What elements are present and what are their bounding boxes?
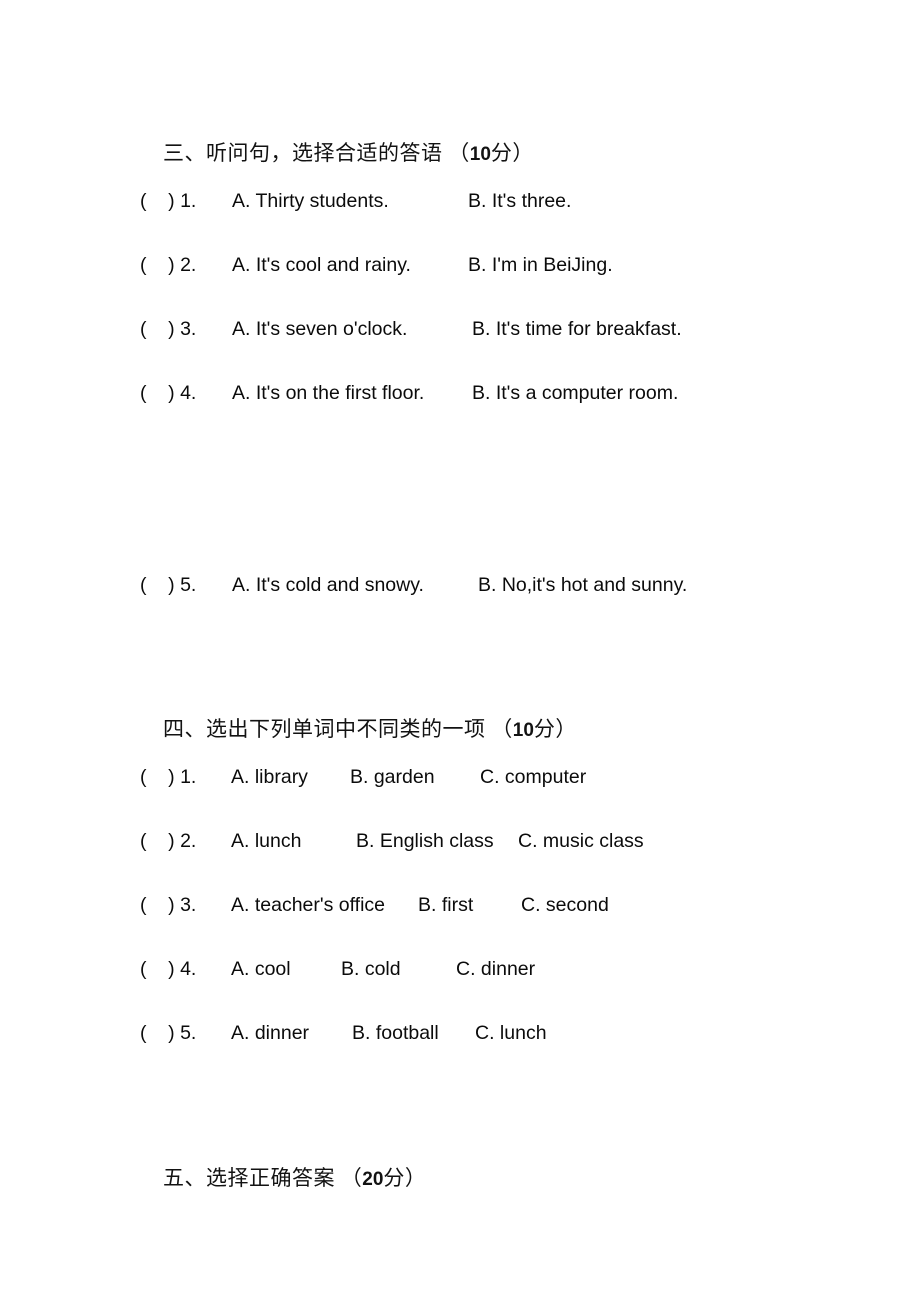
option-a[interactable]: A. It's cool and rainy. <box>232 252 411 278</box>
option-a[interactable]: A. Thirty students. <box>232 188 389 214</box>
answer-bracket[interactable]: ( ) 1. <box>140 764 196 790</box>
option-b[interactable]: B. No,it's hot and sunny. <box>478 572 687 598</box>
option-b[interactable]: B. English class <box>356 828 494 854</box>
option-b[interactable]: B. It's a computer room. <box>472 380 678 406</box>
section-4-marks-unit: 分 <box>533 717 556 741</box>
section-4-marks-close: ） <box>555 717 577 741</box>
option-b[interactable]: B. football <box>352 1020 439 1046</box>
question-row[interactable]: ( ) 4. A. It's on the first floor. B. It… <box>0 380 920 406</box>
option-b[interactable]: B. It's time for breakfast. <box>472 316 682 342</box>
answer-bracket[interactable]: ( ) 4. <box>140 956 196 982</box>
answer-bracket[interactable]: ( ) 2. <box>140 828 196 854</box>
question-row[interactable]: ( ) 3. A. It's seven o'clock. B. It's ti… <box>0 316 920 342</box>
answer-bracket[interactable]: ( ) 4. <box>140 380 196 406</box>
section-3-number: 三、 <box>163 141 206 165</box>
section-heading-3: 三、听问句，选择合适的答语 （10分） <box>140 122 534 185</box>
question-row[interactable]: ( ) 2. A. lunch B. English class C. musi… <box>0 828 920 854</box>
section-5-marks-close: ） <box>404 1166 427 1190</box>
option-a[interactable]: A. dinner <box>231 1020 309 1046</box>
section-3-marks-value: 10 <box>469 144 491 165</box>
option-a[interactable]: A. It's seven o'clock. <box>232 316 407 342</box>
option-b[interactable]: B. first <box>418 892 473 918</box>
option-b[interactable]: B. cold <box>341 956 401 982</box>
section-5-title: 选择正确答案 <box>206 1166 335 1190</box>
section-5-marks-unit: 分 <box>383 1166 405 1190</box>
section-4-title: 选出下列单词中不同类的一项 <box>206 717 486 741</box>
worksheet-page: 三、听问句，选择合适的答语 （10分） ( ) 1. A. Thirty stu… <box>0 0 920 1303</box>
section-5-number: 五、 <box>163 1166 206 1190</box>
answer-bracket[interactable]: ( ) 2. <box>140 252 196 278</box>
option-c[interactable]: C. dinner <box>456 956 535 982</box>
question-row[interactable]: ( ) 1. A. Thirty students. B. It's three… <box>0 188 920 214</box>
option-a[interactable]: A. It's on the first floor. <box>232 380 424 406</box>
section-4-marks-value: 10 <box>512 720 534 741</box>
section-3-marks-close: ） <box>512 141 534 165</box>
option-a[interactable]: A. cool <box>231 956 291 982</box>
question-row[interactable]: ( ) 4. A. cool B. cold C. dinner <box>0 956 920 982</box>
option-a[interactable]: A. lunch <box>231 828 301 854</box>
option-a[interactable]: A. library <box>231 764 308 790</box>
section-5-marks-value: 20 <box>362 1169 384 1190</box>
section-heading-5: 五、选择正确答案 （20分） <box>140 1147 426 1210</box>
answer-bracket[interactable]: ( ) 3. <box>140 892 196 918</box>
section-3-marks-open: （ <box>448 141 470 165</box>
section-3-marks-unit: 分 <box>490 141 513 165</box>
option-a[interactable]: A. teacher's office <box>231 892 385 918</box>
question-row[interactable]: ( ) 3. A. teacher's office B. first C. s… <box>0 892 920 918</box>
question-row[interactable]: ( ) 5. A. dinner B. football C. lunch <box>0 1020 920 1046</box>
option-a[interactable]: A. It's cold and snowy. <box>232 572 424 598</box>
question-row[interactable]: ( ) 2. A. It's cool and rainy. B. I'm in… <box>0 252 920 278</box>
option-c[interactable]: C. music class <box>518 828 644 854</box>
section-4-marks-open: （ <box>491 717 513 741</box>
option-c[interactable]: C. second <box>521 892 609 918</box>
question-row[interactable]: ( ) 1. A. library B. garden C. computer <box>0 764 920 790</box>
answer-bracket[interactable]: ( ) 3. <box>140 316 196 342</box>
option-b[interactable]: B. I'm in BeiJing. <box>468 252 613 278</box>
section-4-number: 四、 <box>163 717 206 741</box>
option-b[interactable]: B. garden <box>350 764 435 790</box>
section-3-title: 听问句，选择合适的答语 <box>206 141 443 165</box>
option-c[interactable]: C. computer <box>480 764 586 790</box>
option-b[interactable]: B. It's three. <box>468 188 571 214</box>
question-row[interactable]: ( ) 5. A. It's cold and snowy. B. No,it'… <box>0 572 920 598</box>
section-5-marks-open: （ <box>340 1166 363 1190</box>
answer-bracket[interactable]: ( ) 5. <box>140 572 196 598</box>
answer-bracket[interactable]: ( ) 1. <box>140 188 196 214</box>
option-c[interactable]: C. lunch <box>475 1020 547 1046</box>
section-heading-4: 四、选出下列单词中不同类的一项 （10分） <box>140 698 577 761</box>
answer-bracket[interactable]: ( ) 5. <box>140 1020 196 1046</box>
